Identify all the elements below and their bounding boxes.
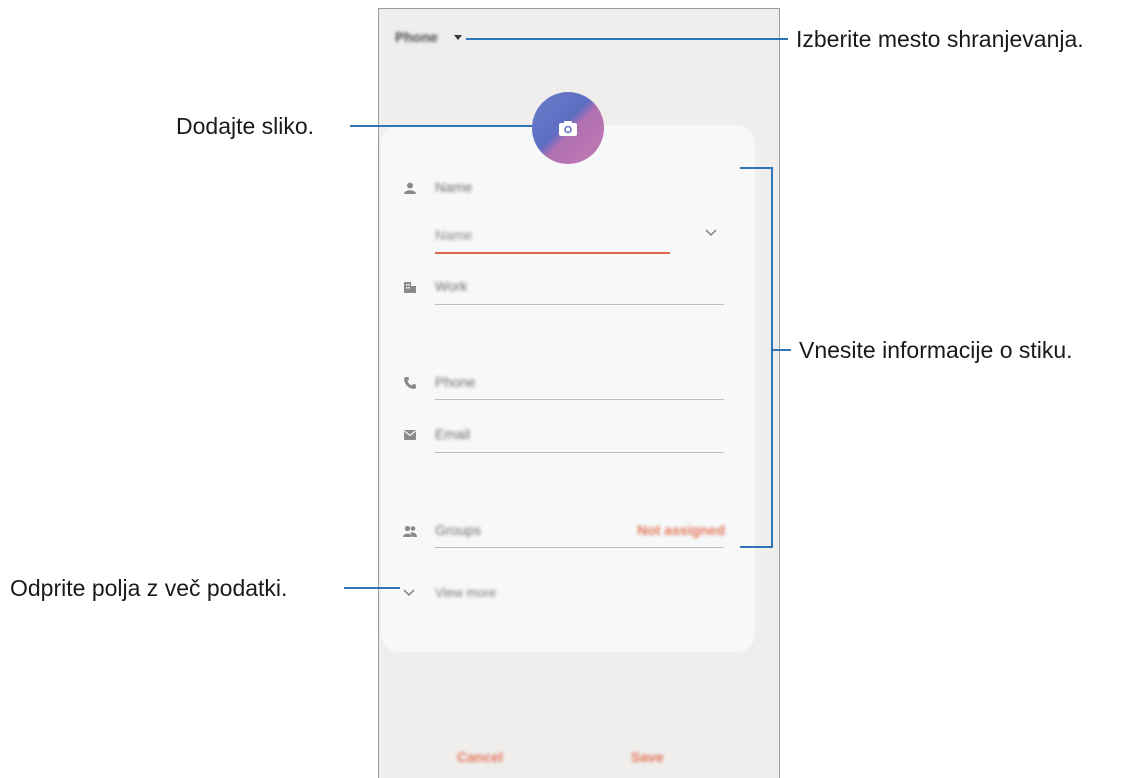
name-input[interactable]: Name <box>435 227 472 243</box>
phone-input[interactable]: Phone <box>435 374 475 390</box>
expand-chevron-icon <box>403 589 415 596</box>
storage-callout-line <box>466 38 788 40</box>
work-underline <box>435 304 724 305</box>
storage-selector[interactable]: Phone <box>395 29 462 45</box>
name-label: Name <box>435 179 473 195</box>
email-underline <box>435 452 724 453</box>
building-icon <box>403 280 417 294</box>
photo-callout: Dodajte sliko. <box>176 113 315 139</box>
groups-underline <box>435 547 724 548</box>
view-more-label[interactable]: View more <box>435 585 496 600</box>
phone-screen: Phone Name Name Work Phone Email Groups … <box>378 8 780 778</box>
info-bracket-bottom <box>740 546 773 548</box>
info-bracket-top <box>740 167 773 169</box>
chevron-down-icon[interactable] <box>705 229 717 237</box>
group-icon <box>403 524 417 538</box>
photo-callout-line <box>350 125 534 127</box>
groups-label: Groups <box>435 522 481 538</box>
email-input[interactable]: Email <box>435 426 470 442</box>
add-photo-button[interactable] <box>532 92 604 164</box>
save-button[interactable]: Save <box>631 749 664 765</box>
work-input[interactable]: Work <box>435 278 467 294</box>
info-callout-tick <box>771 349 791 351</box>
storage-label: Phone <box>395 29 438 45</box>
more-callout-line <box>344 587 400 589</box>
dropdown-arrow-icon <box>453 34 462 40</box>
contact-form-card: Name Name Work Phone Email Groups Not as… <box>381 125 755 652</box>
storage-callout: Izberite mesto shranjevanja. <box>796 26 1084 52</box>
cancel-button[interactable]: Cancel <box>457 749 503 765</box>
info-callout: Vnesite informacije o stiku. <box>799 337 1073 363</box>
person-icon <box>403 181 417 195</box>
groups-value[interactable]: Not assigned <box>637 522 725 538</box>
phone-underline <box>435 399 724 400</box>
more-callout: Odprite polja z več podatki. <box>10 575 288 601</box>
info-bracket-vertical <box>771 167 773 548</box>
camera-icon <box>559 120 577 136</box>
mail-icon <box>403 428 417 442</box>
phone-icon <box>403 376 417 390</box>
name-input-underline <box>435 252 670 254</box>
